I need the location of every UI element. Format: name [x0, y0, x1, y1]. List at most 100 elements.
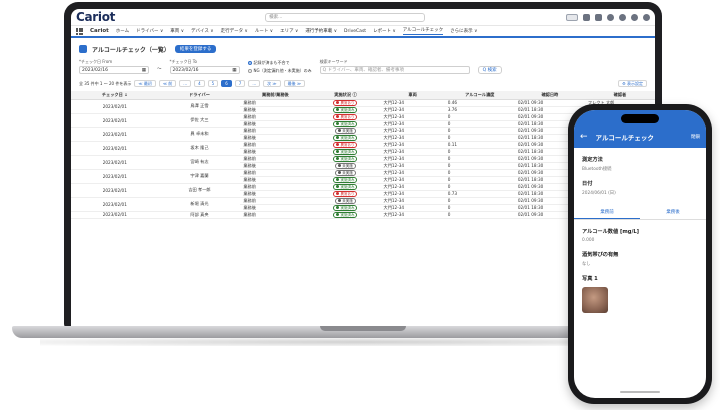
- nav-drive-data[interactable]: 走行データ ∨: [221, 28, 248, 34]
- phase-cell: 業務前: [240, 211, 311, 219]
- nav-drivecast[interactable]: DriveCast: [344, 29, 366, 34]
- nav-home[interactable]: ホーム: [116, 28, 129, 34]
- page-first-button[interactable]: ≪ 最初: [134, 80, 156, 87]
- phase-cell: 業務前: [240, 197, 311, 205]
- driver-cell[interactable]: 鳥澤 正雪: [158, 99, 241, 114]
- photo-thumbnail[interactable]: [582, 287, 608, 313]
- gear-icon[interactable]: [619, 13, 626, 21]
- nav-reservation[interactable]: 運行予約車載 ∨: [305, 28, 337, 34]
- status-badge: 未実施: [335, 127, 356, 133]
- driver-cell[interactable]: 宮崎 有志: [158, 155, 241, 170]
- close-button[interactable]: 閉鎖: [691, 134, 700, 140]
- date-from-value: 2023/02/16: [82, 67, 108, 73]
- vehicle-cell: 大門12-34: [380, 141, 445, 149]
- date-to-label: *チェック日 To: [169, 59, 197, 64]
- column-header[interactable]: 車両: [380, 91, 445, 100]
- radio-ng-only[interactable]: NG（測定漏れ他・未実施）のみ: [247, 68, 312, 74]
- check-date-cell[interactable]: 2023/02/01: [71, 141, 159, 156]
- alcohol-value-cell: 0: [444, 113, 515, 121]
- keyword-input[interactable]: Q ドライバー、車両、確認者、備考事項: [319, 66, 470, 74]
- table-row[interactable]: 2023/02/01 鳥澤 正雪 業務前 異常あり 大門12-34 0.46 02/01 0…: [71, 99, 655, 114]
- favorites-icon[interactable]: [566, 13, 578, 21]
- tab-after-work[interactable]: 業務後: [640, 206, 706, 219]
- page-5-button[interactable]: 5: [207, 80, 219, 87]
- radio-all-label: 記録が済まも不合で: [253, 60, 290, 65]
- vehicle-cell: 大門12-34: [380, 99, 445, 107]
- page-next-button[interactable]: 次 ≫: [263, 80, 281, 87]
- check-date-cell[interactable]: 2023/02/01: [71, 197, 159, 212]
- check-date-cell[interactable]: 2023/02/01: [71, 183, 159, 198]
- help-icon[interactable]: [607, 13, 614, 21]
- radio-all[interactable]: 記録が済まも不合で: [247, 60, 312, 66]
- keyword-placeholder: Q ドライバー、車両、確認者、備考事項: [322, 68, 404, 73]
- column-header[interactable]: チェック日 ↓: [71, 91, 159, 100]
- vehicle-cell: 大門12-34: [380, 176, 445, 184]
- page-7-button[interactable]: 7: [234, 80, 246, 87]
- column-header[interactable]: ドライバー: [158, 91, 241, 100]
- driver-cell[interactable]: 新堀 清光: [158, 197, 241, 212]
- display-settings-button[interactable]: ⚙ 表示設定: [618, 80, 647, 87]
- column-header[interactable]: 確認者: [584, 91, 655, 100]
- global-search-input[interactable]: 検索...: [265, 12, 426, 22]
- phone-title: アルコールチェック: [595, 134, 654, 142]
- column-header[interactable]: 実施状況 ⓘ: [310, 91, 381, 100]
- nav-driver[interactable]: ドライバー ∨: [136, 28, 163, 34]
- driver-cell[interactable]: 吉田 孝一郎: [158, 183, 241, 198]
- alcohol-value-cell: 0: [444, 120, 515, 128]
- alcohol-value-cell: 0: [444, 176, 515, 184]
- register-result-button[interactable]: 結果を登録する: [174, 45, 217, 53]
- check-date-cell[interactable]: 2023/02/01: [71, 169, 159, 184]
- nav-more[interactable]: さらに表示 ∨: [450, 28, 477, 34]
- status-label: 異常あり: [340, 191, 355, 196]
- alcohol-value-cell: 0: [444, 183, 515, 191]
- bell-icon[interactable]: [631, 13, 638, 21]
- driver-cell[interactable]: 阿部 真央: [158, 211, 241, 219]
- driver-cell[interactable]: 宇津 嘉蘭: [158, 169, 241, 184]
- date-to-value: 2023/02/16: [172, 67, 199, 73]
- vehicle-cell: 大門12-34: [380, 197, 445, 205]
- page-prev-button[interactable]: ≪ 前: [158, 80, 177, 87]
- back-arrow-icon[interactable]: ←: [580, 132, 588, 142]
- nav-alcohol-check[interactable]: アルコールチェック: [402, 27, 444, 35]
- column-header[interactable]: 確認日時: [514, 91, 585, 100]
- column-header[interactable]: 業務前/業務後: [240, 91, 311, 100]
- nav-report[interactable]: レポート ∨: [373, 28, 396, 34]
- driver-cell[interactable]: 異 卓未和: [158, 127, 241, 142]
- date-from-input[interactable]: 2023/02/16 ▦: [79, 66, 149, 74]
- status-badge: 実施済み: [333, 106, 358, 112]
- column-header[interactable]: アルコール濃度: [444, 91, 515, 100]
- status-badge: 未実施: [335, 162, 356, 168]
- date-label: 日付: [582, 181, 593, 187]
- avatar[interactable]: [643, 13, 650, 21]
- nav-route[interactable]: ルート ∨: [255, 28, 273, 34]
- header-icons: [566, 13, 650, 21]
- check-date-cell[interactable]: 2023/02/01: [71, 113, 159, 128]
- status-cell: 異常あり: [310, 113, 381, 121]
- table-row[interactable]: 2023/02/01 伊佐 大三 業務前 異常あり 大門12-34 0 02/01 09:3…: [71, 113, 655, 128]
- calendar-icon: ▦: [141, 67, 146, 73]
- nav-area[interactable]: エリア ∨: [280, 28, 298, 34]
- check-date-cell[interactable]: 2023/02/01: [71, 127, 159, 142]
- alcohol-value-cell: 0: [444, 169, 515, 177]
- status-cell: 異常あり: [310, 190, 381, 198]
- setup-icon[interactable]: [595, 13, 602, 21]
- check-time-cell: 02/01 09:30: [514, 99, 585, 107]
- page-4-button[interactable]: 4: [194, 80, 205, 87]
- date-to-input[interactable]: 2023/02/16 ▦: [169, 66, 240, 74]
- date-from-label: *チェック日 From: [79, 59, 113, 64]
- nav-vehicle[interactable]: 車両 ∨: [170, 28, 184, 34]
- alcohol-label: アルコール数値 [mg/L]: [582, 229, 640, 235]
- tab-before-work[interactable]: 業務前: [574, 206, 640, 219]
- grid-icon[interactable]: [583, 13, 590, 21]
- search-button[interactable]: Q 検索: [477, 66, 502, 74]
- check-date-cell[interactable]: 2023/02/01: [71, 155, 159, 170]
- page-last-button[interactable]: 最後 ≫: [283, 80, 306, 87]
- driver-cell[interactable]: 坂木 隆己: [158, 141, 241, 156]
- driver-cell[interactable]: 伊佐 大三: [158, 113, 241, 128]
- check-date-cell[interactable]: 2023/02/01: [71, 211, 159, 219]
- check-date-cell[interactable]: 2023/02/01: [71, 99, 159, 114]
- app-launcher-icon[interactable]: [76, 27, 83, 35]
- nav-device[interactable]: デバイス ∨: [191, 28, 214, 34]
- alcohol-value-cell: 0: [444, 127, 515, 135]
- page-6-button[interactable]: 6: [221, 80, 232, 87]
